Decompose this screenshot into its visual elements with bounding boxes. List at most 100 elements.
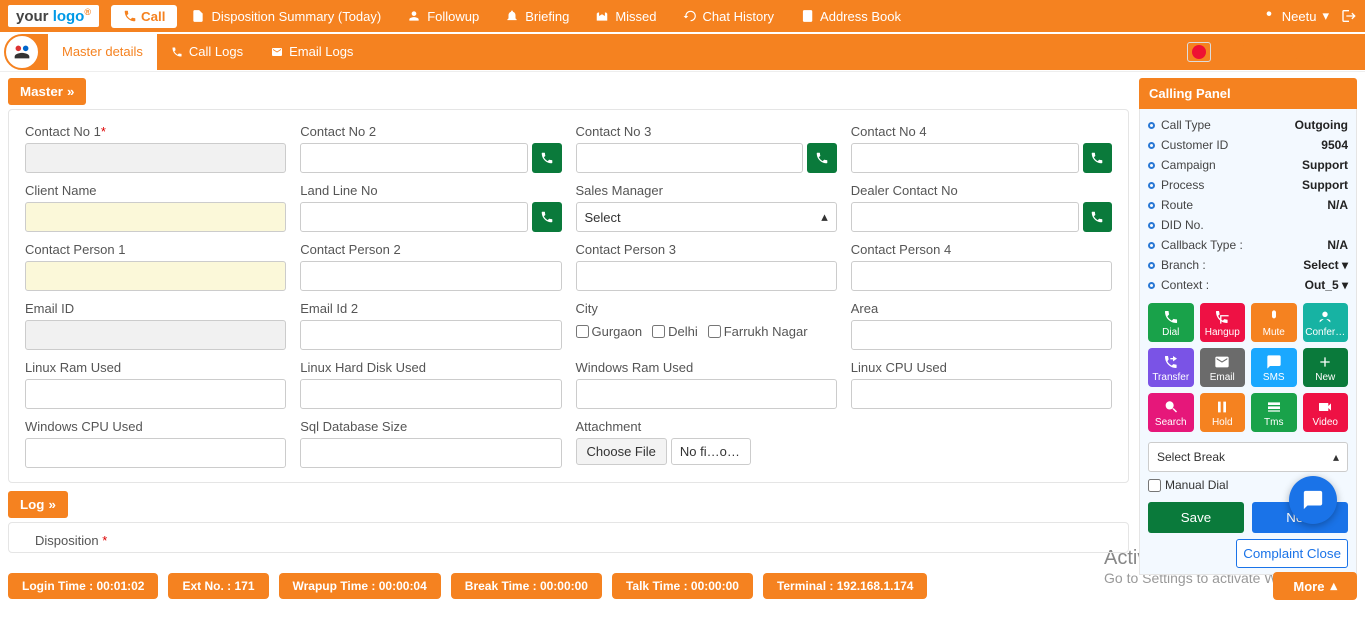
cp-row: Context :Out_5 ▾ — [1148, 275, 1348, 295]
label-cp4: Contact Person 4 — [851, 242, 1112, 257]
cp-select[interactable]: Out_5 ▾ — [1305, 278, 1348, 292]
city-delhi-checkbox[interactable]: Delhi — [652, 324, 698, 339]
sales-manager-select[interactable]: Select▴ — [576, 202, 837, 232]
contact-4-input[interactable] — [851, 143, 1079, 173]
nav-disposition-summary[interactable]: Disposition Summary (Today) — [179, 3, 393, 30]
action-hangup-button[interactable]: Hangup — [1200, 303, 1246, 342]
action-dial-button[interactable]: Dial — [1148, 303, 1194, 342]
label-disposition: Disposition * — [25, 527, 117, 554]
label-cp3: Contact Person 3 — [576, 242, 837, 257]
win-ram-input[interactable] — [576, 379, 837, 409]
city-gurgaon-checkbox[interactable]: Gurgaon — [576, 324, 643, 339]
user-menu[interactable]: Neetu▾ — [1262, 8, 1329, 24]
cp-row: RouteN/A — [1148, 195, 1348, 215]
contact-3-input[interactable] — [576, 143, 804, 173]
master-toggle-button[interactable]: Master » — [8, 78, 86, 105]
call-button[interactable]: Call — [111, 5, 177, 28]
log-toggle-button[interactable]: Log » — [8, 491, 68, 518]
label-linux-ram: Linux Ram Used — [25, 360, 286, 375]
label-linux-cpu: Linux CPU Used — [851, 360, 1112, 375]
dial-contact-3-button[interactable] — [807, 143, 836, 173]
email-input[interactable] — [25, 320, 286, 350]
logout-icon[interactable] — [1341, 8, 1357, 24]
action-hold-button[interactable]: Hold — [1200, 393, 1246, 432]
footer-break: Break Time : 00:00:00 — [451, 573, 602, 599]
footer-terminal: Terminal : 192.168.1.174 — [763, 573, 928, 599]
label-contact-1: Contact No 1* — [25, 124, 286, 139]
action-mute-button[interactable]: Mute — [1251, 303, 1297, 342]
tab-email-logs[interactable]: Email Logs — [257, 34, 367, 70]
action-tms-button[interactable]: Tms — [1251, 393, 1297, 432]
label-area: Area — [851, 301, 1112, 316]
call-timer: 00 00 04 — [1179, 36, 1365, 68]
cp2-input[interactable] — [300, 261, 561, 291]
top-nav: your logo® Call Disposition Summary (Tod… — [0, 0, 1365, 32]
app-badge-icon — [4, 34, 40, 70]
complaint-close-button[interactable]: Complaint Close — [1236, 539, 1348, 568]
action-email-button[interactable]: Email — [1200, 348, 1246, 387]
area-input[interactable] — [851, 320, 1112, 350]
cp1-input[interactable] — [25, 261, 286, 291]
linux-cpu-input[interactable] — [851, 379, 1112, 409]
dial-contact-2-button[interactable] — [532, 143, 561, 173]
footer-ext: Ext No. : 171 — [168, 573, 268, 599]
nav-chat-history[interactable]: Chat History — [671, 3, 787, 30]
landline-input[interactable] — [300, 202, 528, 232]
action-confer-button[interactable]: Confer… — [1303, 303, 1349, 342]
chat-fab-button[interactable] — [1289, 476, 1337, 524]
label-attachment: Attachment — [576, 419, 837, 434]
label-client-name: Client Name — [25, 183, 286, 198]
save-button[interactable]: Save — [1148, 502, 1244, 533]
break-select[interactable]: Select Break▴ — [1148, 442, 1348, 472]
label-sql-size: Sql Database Size — [300, 419, 561, 434]
logo: your logo® — [8, 5, 99, 27]
email2-input[interactable] — [300, 320, 561, 350]
dealer-contact-input[interactable] — [851, 202, 1079, 232]
record-icon — [1192, 45, 1206, 59]
sql-size-input[interactable] — [300, 438, 561, 468]
action-sms-button[interactable]: SMS — [1251, 348, 1297, 387]
label-email2: Email Id 2 — [300, 301, 561, 316]
cp-row: Branch :Select ▾ — [1148, 255, 1348, 275]
nav-briefing[interactable]: Briefing — [493, 3, 581, 30]
tab-call-logs[interactable]: Call Logs — [157, 34, 257, 70]
cp4-input[interactable] — [851, 261, 1112, 291]
label-city: City — [576, 301, 837, 316]
city-farrukh-checkbox[interactable]: Farrukh Nagar — [708, 324, 808, 339]
cp-row: ProcessSupport — [1148, 175, 1348, 195]
nav-followup[interactable]: Followup — [395, 3, 491, 30]
dial-contact-4-button[interactable] — [1083, 143, 1112, 173]
cp-row: CampaignSupport — [1148, 155, 1348, 175]
nav-address-book[interactable]: Address Book — [788, 3, 913, 30]
label-email: Email ID — [25, 301, 286, 316]
cp-row: Callback Type :N/A — [1148, 235, 1348, 255]
choose-file-button[interactable]: Choose File — [576, 438, 667, 465]
footer-wrapup: Wrapup Time : 00:00:04 — [279, 573, 441, 599]
label-contact-3: Contact No 3 — [576, 124, 837, 139]
tab-master-details[interactable]: Master details — [48, 34, 157, 70]
action-video-button[interactable]: Video — [1303, 393, 1349, 432]
label-win-cpu: Windows CPU Used — [25, 419, 286, 434]
label-contact-2: Contact No 2 — [300, 124, 561, 139]
action-new-button[interactable]: New — [1303, 348, 1349, 387]
status-footer: Login Time : 00:01:02 Ext No. : 171 Wrap… — [0, 568, 1365, 604]
linux-ram-input[interactable] — [25, 379, 286, 409]
contact-2-input[interactable] — [300, 143, 528, 173]
action-transfer-button[interactable]: Transfer — [1148, 348, 1194, 387]
label-contact-4: Contact No 4 — [851, 124, 1112, 139]
cp3-input[interactable] — [576, 261, 837, 291]
contact-1-input[interactable] — [25, 143, 286, 173]
linux-hd-input[interactable] — [300, 379, 561, 409]
cp-select[interactable]: Select ▾ — [1303, 258, 1348, 272]
label-linux-hd: Linux Hard Disk Used — [300, 360, 561, 375]
label-dealer-contact: Dealer Contact No — [851, 183, 1112, 198]
footer-talk: Talk Time : 00:00:00 — [612, 573, 753, 599]
file-name-text: No fi…osen — [671, 438, 751, 465]
client-name-input[interactable] — [25, 202, 286, 232]
nav-missed[interactable]: Missed — [583, 3, 668, 30]
win-cpu-input[interactable] — [25, 438, 286, 468]
dial-landline-button[interactable] — [532, 202, 561, 232]
dial-dealer-button[interactable] — [1083, 202, 1112, 232]
action-search-button[interactable]: Search — [1148, 393, 1194, 432]
footer-more-button[interactable]: More▴ — [1273, 572, 1357, 600]
